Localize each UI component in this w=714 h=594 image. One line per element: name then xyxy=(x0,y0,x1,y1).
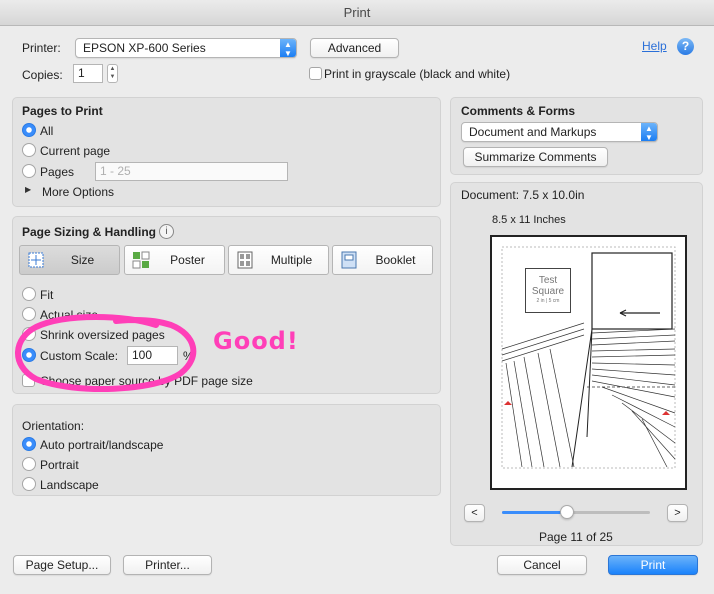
next-page-button[interactable]: > xyxy=(667,504,688,522)
comments-select[interactable]: Document and Markups ▲ ▼ xyxy=(461,122,658,142)
tab-booklet[interactable]: Booklet xyxy=(332,245,433,275)
grayscale-checkbox[interactable] xyxy=(309,67,322,80)
printer-value: EPSON XP-600 Series xyxy=(83,41,206,55)
highlight-circle-annotation xyxy=(15,314,197,392)
help-link[interactable]: Help xyxy=(642,39,667,53)
fit-radio[interactable] xyxy=(22,287,36,301)
multiple-pages-icon xyxy=(237,251,253,269)
pages-range-label: Pages xyxy=(40,165,75,179)
pages-range-input[interactable]: 1 - 25 xyxy=(95,162,288,181)
page-sizing-title: Page Sizing & Handling xyxy=(22,225,157,239)
printer-button[interactable]: Printer... xyxy=(123,555,212,575)
poster-icon xyxy=(132,251,150,269)
pages-to-print-title: Pages to Print xyxy=(22,104,103,118)
all-pages-label: All xyxy=(40,124,54,138)
auto-orientation-label: Auto portrait/landscape xyxy=(40,438,164,452)
window-title: Print xyxy=(343,5,371,20)
all-pages-radio[interactable] xyxy=(22,123,36,137)
comments-value: Document and Markups xyxy=(469,125,597,139)
page-preview: Test Square 2 in | 5 cm xyxy=(490,235,687,490)
copies-label: Copies: xyxy=(22,68,63,82)
booklet-icon xyxy=(341,251,357,269)
print-button[interactable]: Print xyxy=(608,555,698,575)
tab-size[interactable]: Size xyxy=(19,245,120,275)
tab-booklet-label: Booklet xyxy=(375,253,416,267)
orientation-title: Orientation: xyxy=(22,419,85,433)
tab-size-label: Size xyxy=(70,253,95,267)
copies-input[interactable]: 1 xyxy=(73,64,103,83)
fit-label: Fit xyxy=(40,288,54,302)
comments-forms-title: Comments & Forms xyxy=(461,104,576,118)
page-status: Page 11 of 25 xyxy=(539,530,613,544)
current-page-radio[interactable] xyxy=(22,143,36,157)
pages-range-radio[interactable] xyxy=(22,164,36,178)
landscape-radio[interactable] xyxy=(22,477,36,491)
current-page-label: Current page xyxy=(40,144,111,158)
copies-stepper[interactable]: ▲ ▼ xyxy=(107,64,118,83)
test-square-word-1: Test xyxy=(538,275,558,286)
test-square-size: 2 in | 5 cm xyxy=(536,298,560,304)
tab-multiple-label: Multiple xyxy=(270,253,313,267)
more-options-label[interactable]: More Options xyxy=(42,185,114,199)
page-slider-thumb[interactable] xyxy=(560,505,575,519)
printer-label: Printer: xyxy=(22,41,61,55)
window-title-bar: Print xyxy=(0,0,714,26)
landscape-label: Landscape xyxy=(40,478,99,492)
pattern-preview-image xyxy=(501,246,676,469)
tab-poster-label: Poster xyxy=(170,253,205,267)
tab-multiple[interactable]: Multiple xyxy=(228,245,329,275)
page-slider-track[interactable] xyxy=(502,511,650,514)
cancel-button[interactable]: Cancel xyxy=(497,555,587,575)
page-slider-fill xyxy=(502,511,568,514)
good-annotation: Good! xyxy=(213,327,299,355)
portrait-radio[interactable] xyxy=(22,457,36,471)
info-icon[interactable]: i xyxy=(159,224,174,239)
printer-select[interactable]: EPSON XP-600 Series ▲ ▼ xyxy=(75,38,297,58)
tab-poster[interactable]: Poster xyxy=(124,245,225,275)
portrait-label: Portrait xyxy=(40,458,79,472)
help-icon[interactable]: ? xyxy=(677,38,694,55)
paper-size-label: 8.5 x 11 Inches xyxy=(492,214,566,226)
size-icon xyxy=(28,252,44,268)
page-setup-button[interactable]: Page Setup... xyxy=(13,555,111,575)
summarize-comments-button[interactable]: Summarize Comments xyxy=(463,147,608,167)
grayscale-label: Print in grayscale (black and white) xyxy=(324,67,511,81)
auto-orientation-radio[interactable] xyxy=(22,437,36,451)
advanced-button[interactable]: Advanced xyxy=(310,38,399,58)
disclosure-triangle-icon[interactable]: ▶ xyxy=(25,185,31,194)
test-square: Test Square 2 in | 5 cm xyxy=(525,268,571,313)
chevron-up-down-icon: ▲ ▼ xyxy=(280,39,296,58)
test-square-word-2: Square xyxy=(531,286,565,297)
chevron-up-down-icon: ▲ ▼ xyxy=(641,123,657,142)
previous-page-button[interactable]: < xyxy=(464,504,485,522)
document-size-label: Document: 7.5 x 10.0in xyxy=(461,188,585,202)
